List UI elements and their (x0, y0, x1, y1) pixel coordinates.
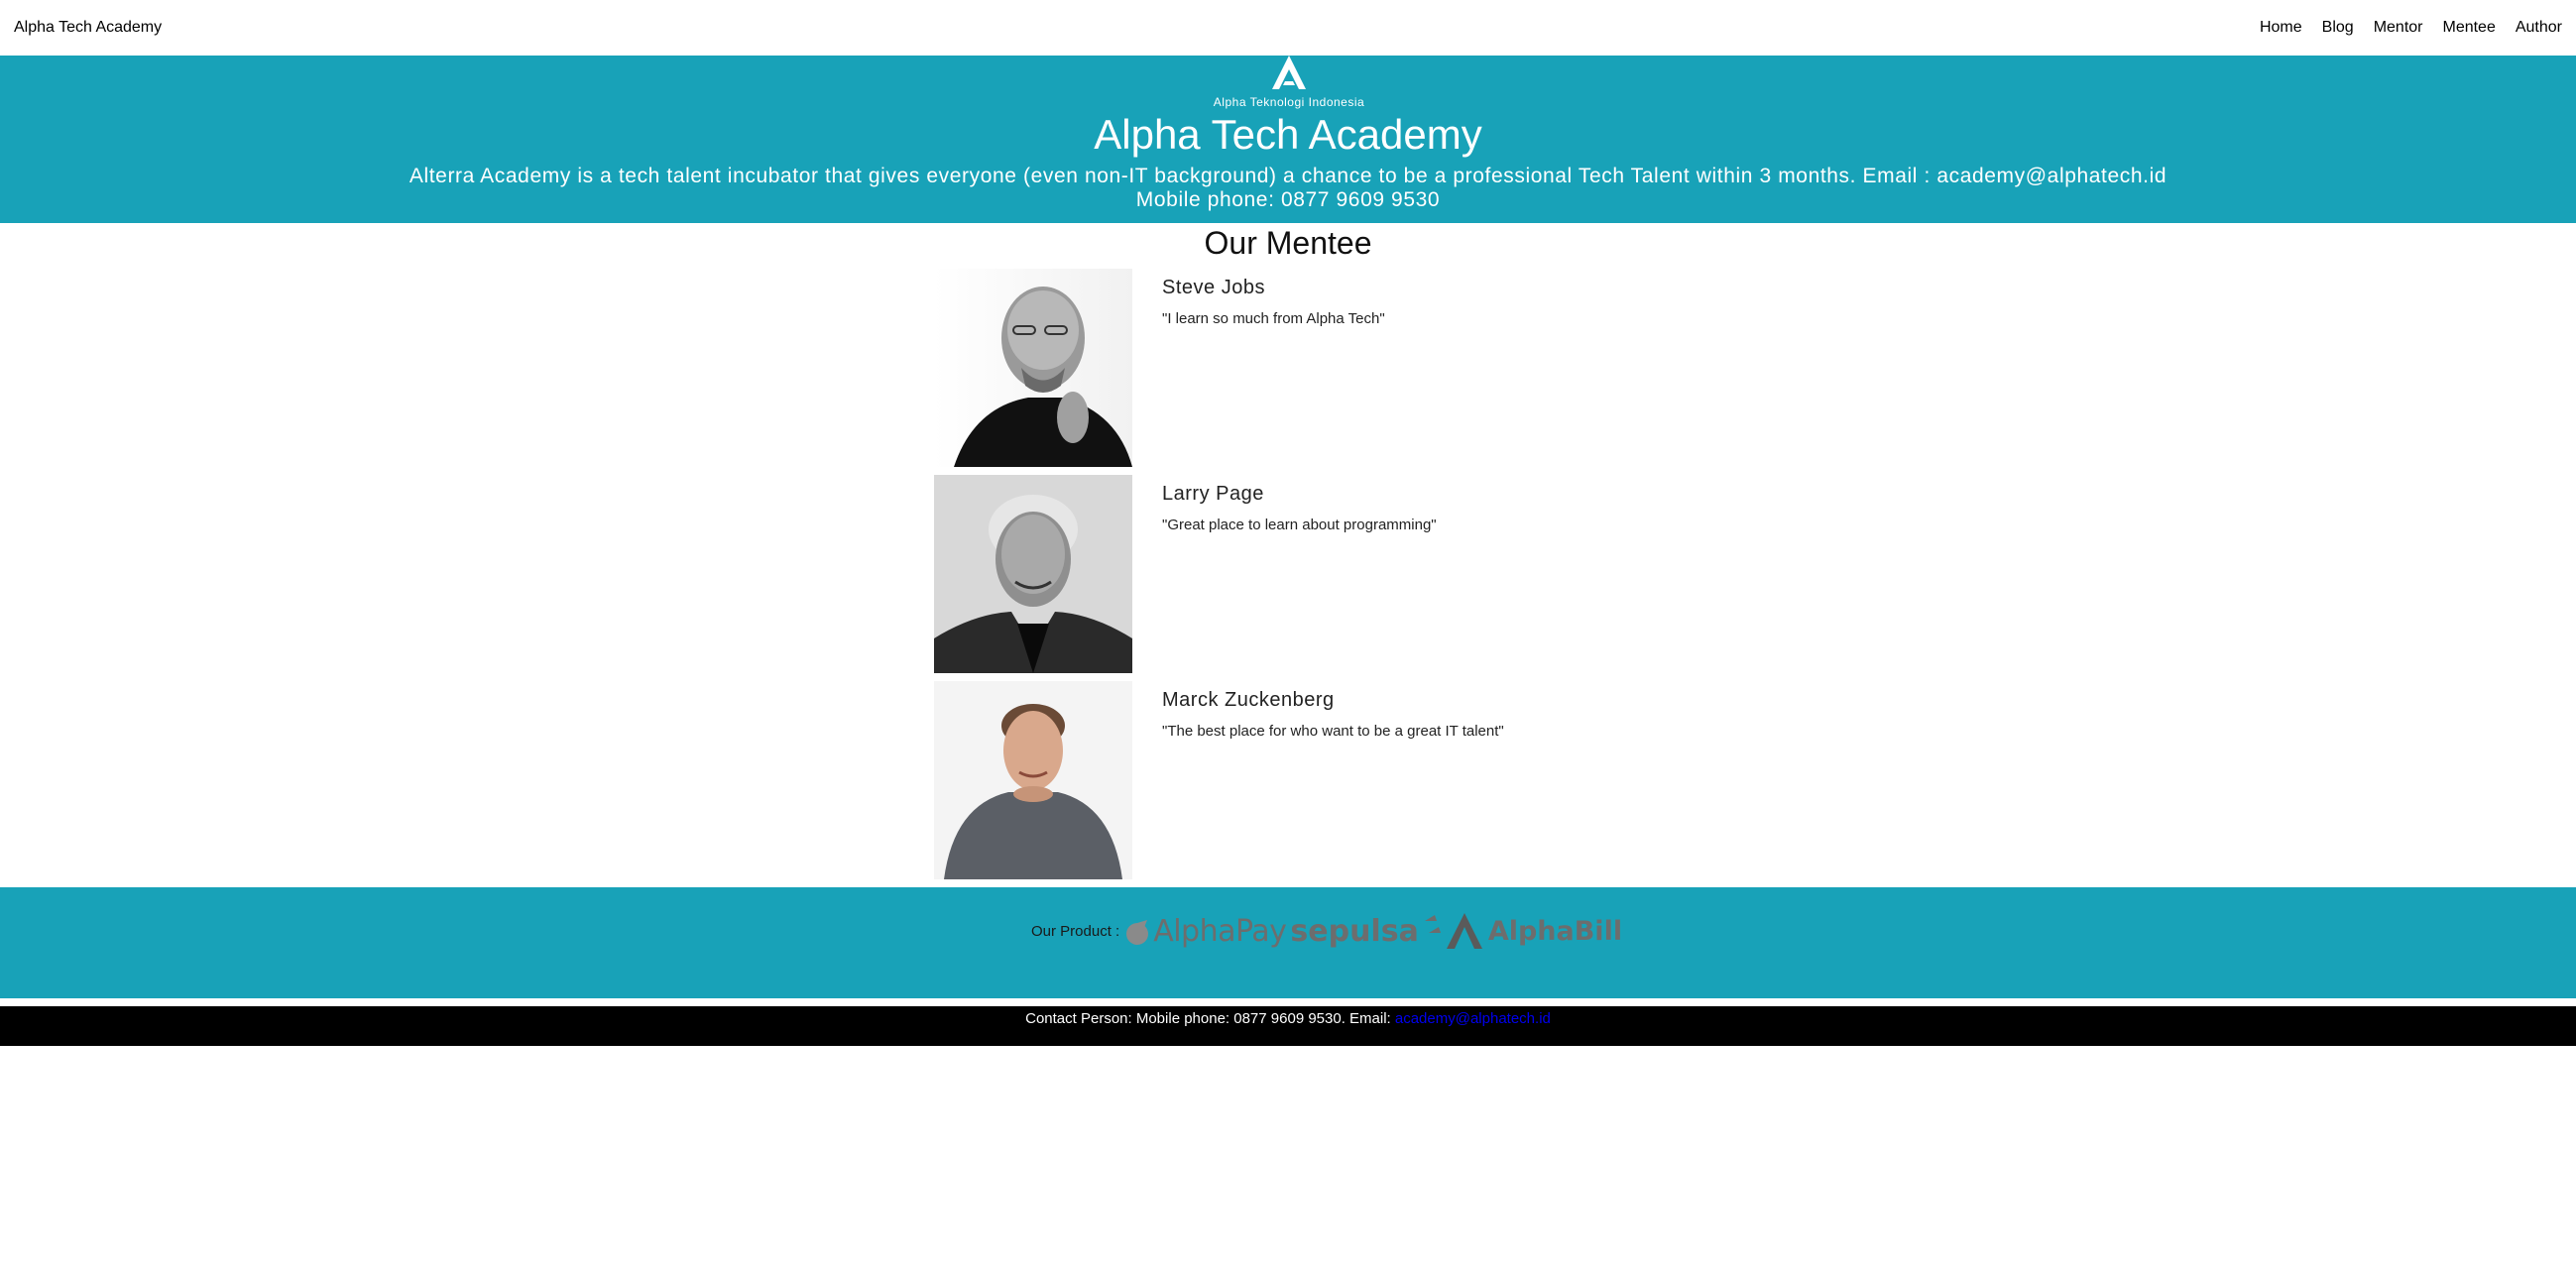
mentee-section-title: Our Mentee (1204, 225, 1372, 261)
hero-description-line: Alterra Academy is a tech talent incubat… (409, 165, 2167, 187)
top-navbar: Alpha Tech Academy Home Blog Mentor Ment… (0, 0, 2576, 56)
contact-email-link[interactable]: academy@alphatech.id (1395, 1010, 1551, 1027)
hero-header: Alpha Teknologi Indonesia Alpha Tech Aca… (0, 56, 2576, 223)
sepulsa-text: sepulsa (1290, 913, 1419, 949)
nav-author-link[interactable]: Author (2516, 19, 2562, 37)
mentee-name: Marck Zuckenberg (1162, 689, 1335, 711)
mentee-card: Larry Page "Great place to learn about p… (934, 475, 1727, 673)
alphapay-icon (1126, 920, 1149, 945)
sepulsa-logo: sepulsa (1286, 913, 1444, 949)
alphabill-text: AlphaBill (1487, 915, 1623, 947)
alphapay-text: AlphaPay (1153, 913, 1287, 949)
academy-logo: Alpha Teknologi Indonesia (1200, 56, 1378, 113)
mentee-name: Steve Jobs (1162, 277, 1265, 298)
product-footer: Our Product : AlphaPay sepulsa AlphaBill (0, 887, 2576, 998)
mentee-card: Marck Zuckenberg "The best place for who… (934, 681, 1727, 879)
contact-text: Contact Person: Mobile phone: 0877 9609 … (1025, 1010, 1395, 1027)
portrait-image (934, 269, 1132, 467)
mentee-quote: "I learn so much from Alpha Tech" (1162, 310, 1385, 327)
mentee-name: Larry Page (1162, 483, 1264, 505)
mentee-photo (934, 269, 1132, 467)
product-label: Our Product : (1031, 922, 1120, 940)
alphapay-logo: AlphaPay (1123, 913, 1287, 949)
alphabill-icon (1446, 913, 1482, 949)
mentee-photo (934, 475, 1132, 673)
portrait-image (934, 475, 1132, 673)
nav-blog-link[interactable]: Blog (2322, 19, 2354, 37)
hero-title: Alpha Tech Academy (1094, 111, 1482, 158)
nav-home-link[interactable]: Home (2260, 19, 2302, 37)
alphabill-logo: AlphaBill (1445, 913, 1622, 949)
mentee-quote: "Great place to learn about programming" (1162, 517, 1437, 533)
alpha-logo-icon (1272, 56, 1306, 89)
sepulsa-icon (1424, 915, 1441, 933)
portrait-image (934, 681, 1132, 879)
mentee-card: Steve Jobs "I learn so much from Alpha T… (934, 269, 1727, 467)
product-list: Our Product : AlphaPay sepulsa AlphaBill (1031, 909, 1622, 953)
mentee-photo (934, 681, 1132, 879)
hero-phone-line: Mobile phone: 0877 9609 9530 (1135, 188, 1441, 211)
nav-mentor-link[interactable]: Mentor (2374, 19, 2423, 37)
nav-links: Home Blog Mentor Mentee Author (2240, 19, 2562, 37)
brand-link[interactable]: Alpha Tech Academy (14, 19, 162, 37)
hero-description: Alterra Academy is a tech talent incubat… (0, 165, 2576, 212)
mentee-quote: "The best place for who want to be a gre… (1162, 723, 1504, 740)
logo-caption: Alpha Teknologi Indonesia (1213, 95, 1365, 109)
contact-footer: Contact Person: Mobile phone: 0877 9609 … (0, 1006, 2576, 1046)
nav-mentee-link[interactable]: Mentee (2442, 19, 2495, 37)
